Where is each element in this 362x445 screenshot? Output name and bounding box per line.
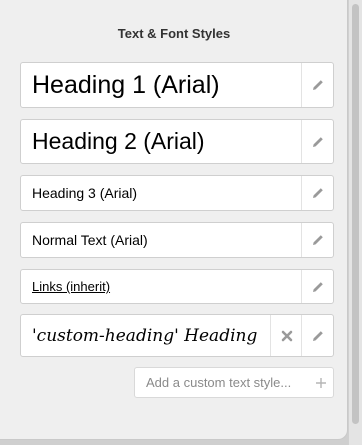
style-label: Normal Text (Arial) <box>32 232 148 248</box>
style-row-heading-1[interactable]: Heading 1 (Arial) <box>20 62 334 108</box>
scrollbar-thumb[interactable] <box>352 4 359 424</box>
add-custom-text-style-button[interactable]: Add a custom text style... <box>134 367 334 398</box>
style-row-heading-2[interactable]: Heading 2 (Arial) <box>20 119 334 164</box>
style-label: Heading 3 (Arial) <box>32 185 138 201</box>
style-label: Heading 1 (Arial) <box>32 70 220 99</box>
edit-style-button[interactable] <box>301 270 333 303</box>
style-label: Heading 2 (Arial) <box>32 128 205 154</box>
vertical-scrollbar[interactable] <box>348 0 362 445</box>
delete-style-button[interactable] <box>270 315 302 356</box>
edit-style-button[interactable] <box>301 315 333 356</box>
style-label: Links (inherit) <box>32 279 111 294</box>
edit-style-button[interactable] <box>301 120 333 163</box>
pencil-icon <box>312 330 323 341</box>
panel-title: Text & Font Styles <box>117 26 231 41</box>
close-icon <box>281 330 292 341</box>
pencil-icon <box>312 281 323 292</box>
pencil-icon <box>312 80 323 90</box>
text-font-styles-panel: Text & Font Styles Heading 1 (Arial) Hea… <box>0 0 348 440</box>
edit-style-button[interactable] <box>301 176 333 210</box>
style-row-heading-3[interactable]: Heading 3 (Arial) <box>20 175 334 211</box>
pencil-icon <box>312 188 323 198</box>
plus-icon <box>315 368 327 397</box>
style-row-links[interactable]: Links (inherit) <box>20 269 334 304</box>
edit-style-button[interactable] <box>301 63 333 107</box>
pencil-icon <box>312 235 323 245</box>
pencil-icon <box>312 136 323 147</box>
style-row-normal-text[interactable]: Normal Text (Arial) <box>20 222 334 258</box>
style-label: 'custom-heading' Heading <box>32 325 258 346</box>
style-row-custom-heading[interactable]: 'custom-heading' Heading <box>20 314 334 357</box>
add-custom-label: Add a custom text style... <box>146 375 292 390</box>
edit-style-button[interactable] <box>301 223 333 257</box>
